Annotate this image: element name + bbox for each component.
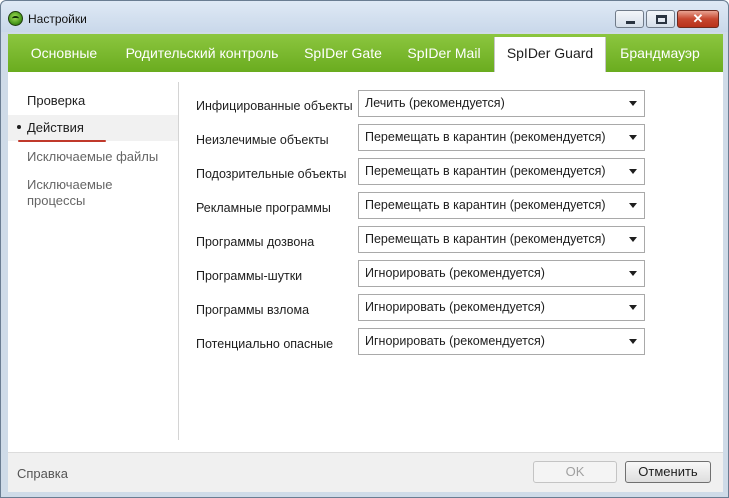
tab-parental-control[interactable]: Родительский контроль xyxy=(112,34,292,72)
select-adware[interactable]: Перемещать в карантин (рекомендуется) xyxy=(358,192,645,219)
app-logo-icon xyxy=(8,11,23,26)
select-hacktools[interactable]: Игнорировать (рекомендуется) xyxy=(358,294,645,321)
select-value: Игнорировать (рекомендуется) xyxy=(365,266,545,280)
close-icon: ✕ xyxy=(692,11,704,26)
sidebar: Проверка Действия Исключаемые файлы Искл… xyxy=(8,72,178,440)
select-jokes[interactable]: Игнорировать (рекомендуется) xyxy=(358,260,645,287)
dropdown-arrow-icon xyxy=(629,339,637,344)
select-value: Игнорировать (рекомендуется) xyxy=(365,300,545,314)
dialog-footer: Справка OK Отменить xyxy=(8,452,723,492)
sidebar-item-actions[interactable]: Действия xyxy=(27,120,84,136)
close-button[interactable]: ✕ xyxy=(677,10,719,28)
sidebar-divider xyxy=(178,82,179,440)
select-value: Перемещать в карантин (рекомендуется) xyxy=(365,164,606,178)
select-incurable[interactable]: Перемещать в карантин (рекомендуется) xyxy=(358,124,645,151)
maximize-icon xyxy=(656,15,667,24)
row-label-adware: Рекламные программы xyxy=(196,201,331,215)
row-label-dialers: Программы дозвона xyxy=(196,235,315,249)
select-value: Перемещать в карантин (рекомендуется) xyxy=(365,232,606,246)
sidebar-item-scan[interactable]: Проверка xyxy=(27,93,85,109)
sidebar-item-excluded-files[interactable]: Исключаемые файлы xyxy=(27,149,158,165)
select-infected[interactable]: Лечить (рекомендуется) xyxy=(358,90,645,117)
highlight-underline xyxy=(18,140,106,142)
minimize-icon xyxy=(626,21,635,24)
select-riskware[interactable]: Игнорировать (рекомендуется) xyxy=(358,328,645,355)
tab-spider-mail[interactable]: SpIDer Mail xyxy=(394,34,494,72)
title-bar[interactable]: Настройки ✕ xyxy=(1,1,728,32)
row-label-riskware: Потенциально опасные xyxy=(196,337,334,351)
window-controls: ✕ xyxy=(613,10,719,28)
dropdown-arrow-icon xyxy=(629,237,637,242)
select-dialers[interactable]: Перемещать в карантин (рекомендуется) xyxy=(358,226,645,253)
tab-firewall[interactable]: Брандмауэр xyxy=(606,34,714,72)
settings-window: Настройки ✕ Основные Родительский контро… xyxy=(0,0,729,498)
select-value: Лечить (рекомендуется) xyxy=(365,96,505,110)
dropdown-arrow-icon xyxy=(629,305,637,310)
cancel-button[interactable]: Отменить xyxy=(625,461,711,483)
dropdown-arrow-icon xyxy=(629,135,637,140)
select-suspicious[interactable]: Перемещать в карантин (рекомендуется) xyxy=(358,158,645,185)
dropdown-arrow-icon xyxy=(629,169,637,174)
tab-spider-gate[interactable]: SpIDer Gate xyxy=(292,34,394,72)
select-value: Перемещать в карантин (рекомендуется) xyxy=(365,198,606,212)
minimize-button[interactable] xyxy=(615,10,644,28)
maximize-button[interactable] xyxy=(646,10,675,28)
row-label-hacktools: Программы взлома xyxy=(196,303,310,317)
window-title: Настройки xyxy=(28,12,87,26)
settings-content: Проверка Действия Исключаемые файлы Искл… xyxy=(8,72,723,452)
dropdown-arrow-icon xyxy=(629,271,637,276)
sidebar-item-excluded-processes[interactable]: Исключаемые процессы xyxy=(27,177,112,209)
active-bullet-icon xyxy=(17,125,21,129)
tab-bar: Основные Родительский контроль SpIDer Ga… xyxy=(8,34,723,72)
tab-spider-guard[interactable]: SpIDer Guard xyxy=(494,37,606,72)
row-label-infected: Инфицированные объекты xyxy=(196,99,353,113)
ok-button[interactable]: OK xyxy=(533,461,617,483)
select-value: Игнорировать (рекомендуется) xyxy=(365,334,545,348)
row-label-jokes: Программы-шутки xyxy=(196,269,303,283)
row-label-suspicious: Подозрительные объекты xyxy=(196,167,347,181)
help-link[interactable]: Справка xyxy=(17,466,68,481)
row-label-incurable: Неизлечимые объекты xyxy=(196,133,329,147)
dropdown-arrow-icon xyxy=(629,203,637,208)
select-value: Перемещать в карантин (рекомендуется) xyxy=(365,130,606,144)
tab-main[interactable]: Основные xyxy=(16,34,112,72)
dropdown-arrow-icon xyxy=(629,101,637,106)
